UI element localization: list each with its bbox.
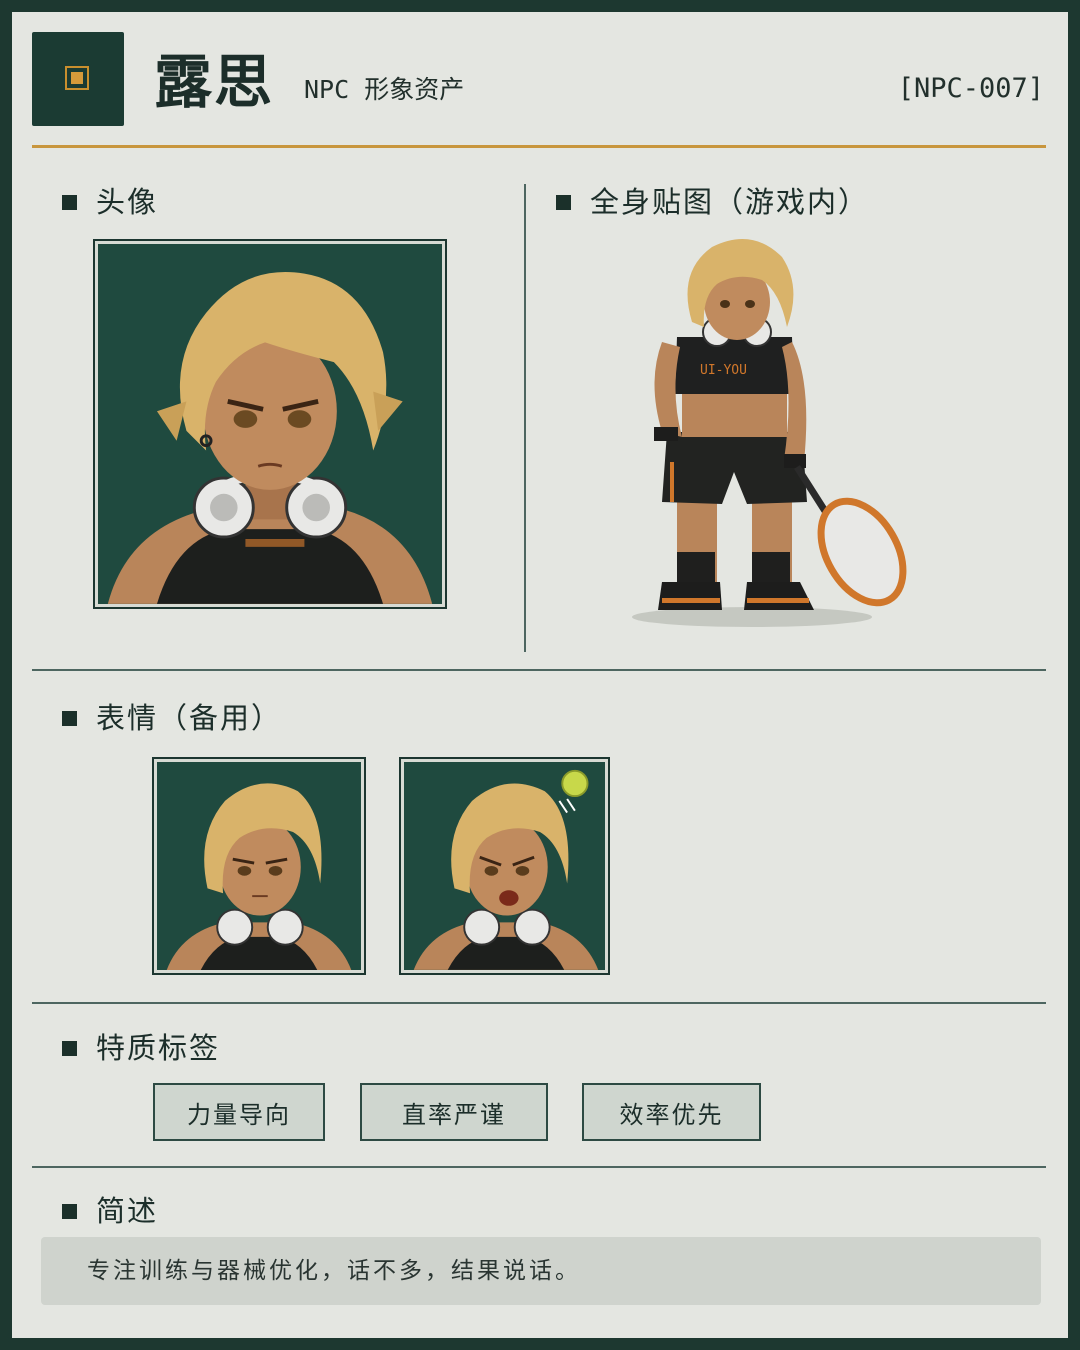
sprite-shirt-text: UI-YOU [700, 363, 747, 378]
section-title-traits: 特质标签 [96, 1031, 221, 1065]
bullet-icon [556, 195, 571, 210]
section-title-summary: 简述 [96, 1194, 159, 1228]
section-divider [32, 669, 1046, 671]
summary-box: 专注训练与器械优化，话不多，结果说话。 [41, 1237, 1041, 1305]
trait-tag-straightforward[interactable]: 直率严谨 [360, 1083, 548, 1141]
app-logo-icon [32, 32, 124, 126]
trait-tag-strength[interactable]: 力量导向 [153, 1083, 325, 1141]
expression-shouting-illustration [413, 769, 599, 970]
section-title-expressions: 表情（备用） [96, 701, 283, 735]
header-divider [32, 145, 1046, 148]
tennis-ball-icon [561, 769, 589, 798]
trait-tag-efficiency[interactable]: 效率优先 [582, 1083, 761, 1141]
sprite-illustration: UI-YOU [632, 239, 907, 627]
section-divider [32, 1166, 1046, 1168]
npc-id-badge: [NPC-007] [897, 73, 1044, 104]
full-body-sprite[interactable]: UI-YOU [622, 232, 912, 632]
expression-neutral[interactable] [154, 759, 364, 973]
section-divider [32, 1002, 1046, 1004]
section-title-portrait: 头像 [96, 185, 159, 219]
portrait-illustration [107, 271, 433, 604]
bullet-icon [62, 195, 77, 210]
page-subtitle: NPC 形象资产 [304, 75, 465, 104]
bullet-icon [62, 711, 77, 726]
asset-card: 露思 NPC 形象资产 [NPC-007] 头像 全身贴图（游戏内） UI-YO… [12, 12, 1068, 1338]
expression-shouting[interactable] [401, 759, 608, 973]
page-title: 露思 [154, 48, 275, 116]
portrait-image[interactable] [95, 241, 445, 607]
summary-text: 专注训练与器械优化，话不多，结果说话。 [87, 1258, 581, 1284]
expression-neutral-illustration [166, 783, 352, 970]
bullet-icon [62, 1204, 77, 1219]
column-divider [524, 184, 526, 652]
section-title-full-body: 全身贴图（游戏内） [590, 185, 870, 219]
bullet-icon [62, 1041, 77, 1056]
